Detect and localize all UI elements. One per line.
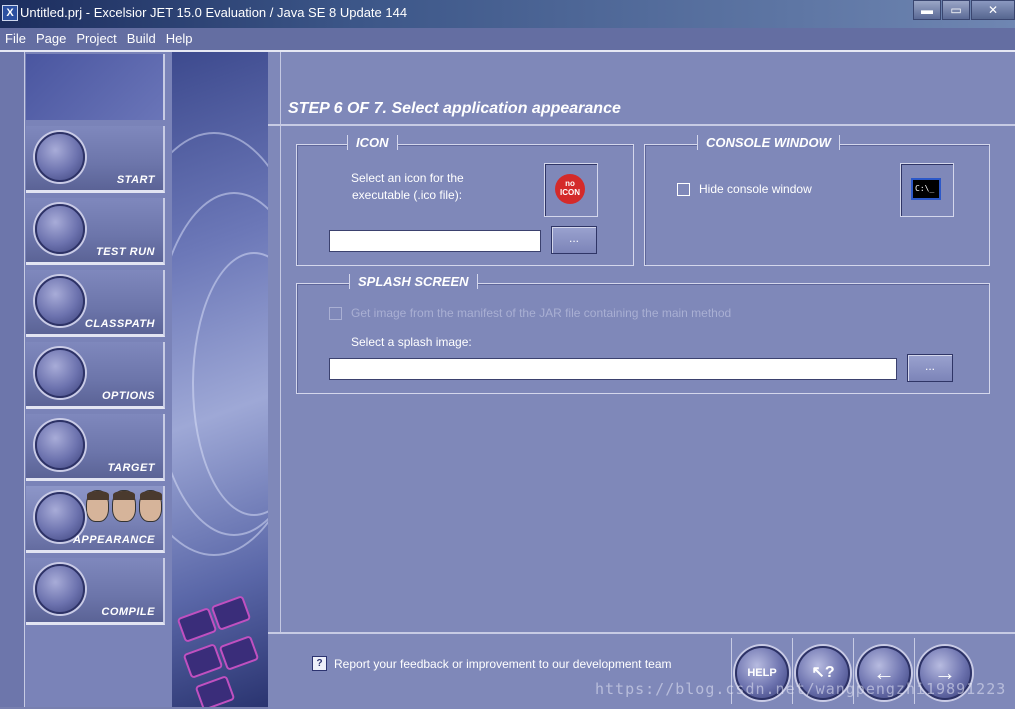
title-bar: X Untitled.prj - Excelsior JET 15.0 Eval… [0, 0, 1015, 28]
icon-group-legend: ICON [347, 135, 398, 150]
console-window-group: CONSOLE WINDOW Hide console window C:\_ [644, 135, 990, 266]
nav-label: APPEARANCE [72, 534, 155, 546]
face-icon [86, 490, 110, 522]
decorative-banner [172, 52, 268, 707]
minimize-button[interactable]: ▬ [913, 0, 941, 20]
icon-preview: no ICON [544, 163, 598, 217]
nav-item-compile[interactable]: COMPILE [26, 558, 165, 625]
keycap-icon [218, 634, 260, 672]
console-window-icon: C:\_ [911, 178, 941, 200]
keycap-icon [176, 606, 218, 644]
splash-screen-group: SPLASH SCREEN Get image from the manifes… [296, 274, 990, 394]
menu-help[interactable]: Help [161, 28, 198, 50]
faces-icon [86, 490, 162, 524]
splash-group-legend: SPLASH SCREEN [349, 274, 478, 289]
nav-item-test-run[interactable]: TEST RUN [26, 198, 165, 265]
icon-path-input[interactable] [329, 230, 541, 252]
maximize-button[interactable]: ▭ [942, 0, 970, 20]
keycap-icon [182, 642, 224, 680]
face-icon [112, 490, 136, 522]
title-divider [268, 124, 1015, 126]
nav-item-options[interactable]: OPTIONS [26, 342, 165, 409]
nav-item-classpath[interactable]: CLASSPATH [26, 270, 165, 337]
menu-bar: File Page Project Build Help [0, 28, 1015, 52]
face-icon [138, 490, 162, 522]
nav-label: TEST RUN [96, 246, 155, 258]
menu-project[interactable]: Project [71, 28, 121, 50]
nav-button-icon [35, 276, 85, 326]
nav-header-block [26, 54, 165, 120]
no-icon-text-line1: no [565, 179, 575, 188]
nav-label: CLASSPATH [84, 318, 155, 330]
watermark: https://blog.csdn.net/wangpengzhi1989122… [595, 680, 1007, 698]
nav-item-appearance[interactable]: APPEARANCE [26, 486, 165, 553]
no-icon-icon: no ICON [555, 174, 585, 204]
nav-button-icon [35, 420, 85, 470]
nav-button-icon [35, 132, 85, 182]
nav-button-icon [35, 348, 85, 398]
close-button[interactable]: ✕ [971, 0, 1015, 20]
app-icon: X [2, 5, 18, 21]
feedback-link[interactable]: Report your feedback or improvement to o… [334, 657, 672, 671]
nav-stripe [0, 52, 25, 707]
splash-select-label: Select a splash image: [351, 335, 472, 349]
nav-button-icon [35, 564, 85, 614]
hide-console-label: Hide console window [699, 182, 812, 196]
console-group-legend: CONSOLE WINDOW [697, 135, 840, 150]
manifest-image-label: Get image from the manifest of the JAR f… [351, 306, 732, 320]
keycap-icon [194, 674, 236, 707]
wizard-nav-panel: START TEST RUN CLASSPATH OPTIONS TARGET … [0, 52, 172, 707]
hide-console-checkbox[interactable] [677, 183, 690, 196]
no-icon-text-line2: ICON [560, 188, 580, 197]
keycap-icon [210, 594, 252, 632]
icon-description-line1: Select an icon for the [351, 171, 464, 185]
nav-button-icon [35, 204, 85, 254]
icon-description-line2: executable (.ico file): [352, 188, 463, 202]
splash-path-input[interactable] [329, 358, 897, 380]
nav-label: START [116, 174, 155, 186]
manifest-image-checkbox[interactable] [329, 307, 342, 320]
window-controls: ▬ ▭ ✕ [912, 0, 1015, 20]
icon-browse-button[interactable]: ... [551, 226, 597, 254]
main-content: STEP 6 OF 7. Select application appearan… [268, 52, 1015, 707]
feedback-icon[interactable]: ? [312, 656, 327, 671]
console-preview: C:\_ [900, 163, 954, 217]
window-title: Untitled.prj - Excelsior JET 15.0 Evalua… [20, 5, 408, 20]
page-title: STEP 6 OF 7. Select application appearan… [288, 100, 621, 117]
nav-label: OPTIONS [101, 390, 155, 402]
nav-label: COMPILE [101, 606, 155, 618]
nav-item-target[interactable]: TARGET [26, 414, 165, 481]
menu-page[interactable]: Page [31, 28, 71, 50]
icon-group: ICON Select an icon for the executable (… [296, 135, 634, 266]
menu-file[interactable]: File [0, 28, 31, 50]
splash-browse-button[interactable]: ... [907, 354, 953, 382]
nav-item-start[interactable]: START [26, 126, 165, 193]
nav-label: TARGET [107, 462, 155, 474]
menu-build[interactable]: Build [122, 28, 161, 50]
